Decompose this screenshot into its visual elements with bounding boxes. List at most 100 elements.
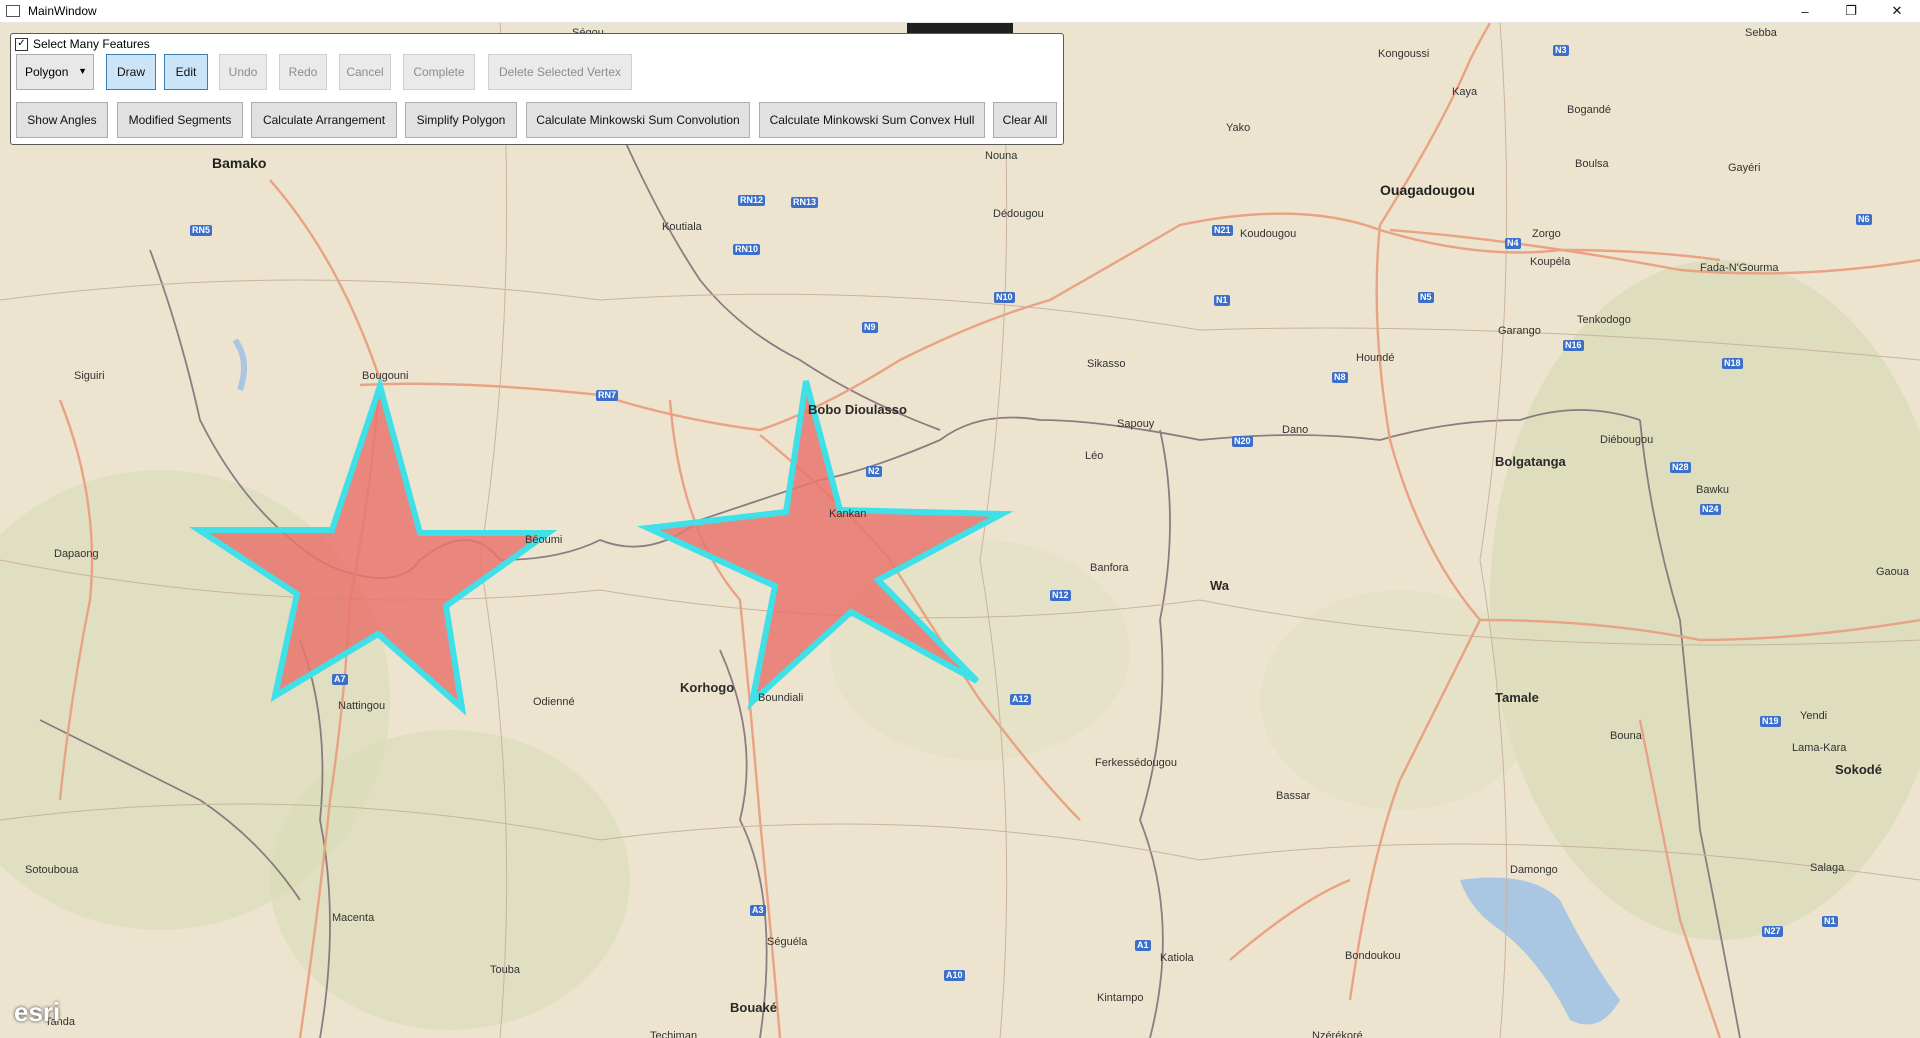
minimize-button[interactable]: – xyxy=(1782,0,1828,22)
chevron-down-icon: ▼ xyxy=(78,66,87,76)
route-shield: N2 xyxy=(866,466,882,477)
route-shield: N1 xyxy=(1214,295,1230,306)
place-label: Bouaké xyxy=(730,1000,777,1015)
place-label: Fada-N'Gourma xyxy=(1700,262,1779,274)
geometry-type-value: Polygon xyxy=(25,65,69,79)
place-label: Bassar xyxy=(1276,790,1311,802)
place-label: Banfora xyxy=(1090,562,1129,574)
cancel-button[interactable]: Cancel xyxy=(339,54,391,90)
place-label: Léo xyxy=(1085,450,1104,462)
place-label: Ouagadougou xyxy=(1380,182,1475,198)
route-shield: N18 xyxy=(1722,358,1743,369)
window-title: MainWindow xyxy=(28,4,97,18)
route-shield: A7 xyxy=(332,674,348,685)
map-canvas[interactable] xyxy=(0,23,1920,1038)
app-icon xyxy=(6,5,20,17)
place-label: Gayéri xyxy=(1728,162,1761,174)
route-shield: A10 xyxy=(944,970,965,981)
place-label: Macenta xyxy=(332,912,375,924)
route-shield: N28 xyxy=(1670,462,1691,473)
delete-selected-vertex-button[interactable]: Delete Selected Vertex xyxy=(488,54,632,90)
place-label: Séguéla xyxy=(767,936,808,948)
select-many-checkbox[interactable]: ✓ Select Many Features xyxy=(15,37,150,51)
route-shield: N9 xyxy=(862,322,878,333)
route-shield: N16 xyxy=(1563,340,1584,351)
place-label: Koutiala xyxy=(662,221,702,233)
place-label: Boulsa xyxy=(1575,158,1609,170)
geometry-type-select[interactable]: Polygon ▼ xyxy=(16,54,94,90)
place-label: Siguiri xyxy=(74,370,105,382)
route-shield: N4 xyxy=(1505,238,1521,249)
place-label: Korhogo xyxy=(680,680,735,695)
calculate-minkowski-sum-convex-hull-button[interactable]: Calculate Minkowski Sum Convex Hull xyxy=(759,102,985,138)
close-button[interactable]: ✕ xyxy=(1874,0,1920,22)
calculate-arrangement-button[interactable]: Calculate Arrangement xyxy=(251,102,397,138)
place-label: Touba xyxy=(490,964,520,976)
window-controls: – ❐ ✕ xyxy=(1782,0,1920,22)
route-shield: N12 xyxy=(1050,590,1071,601)
place-label: Dapaong xyxy=(54,548,99,560)
route-shield: RN12 xyxy=(738,195,766,206)
place-label: Tamale xyxy=(1495,690,1539,705)
place-label: Bougouni xyxy=(362,370,409,382)
place-label: Odienné xyxy=(533,696,575,708)
clear-all-button[interactable]: Clear All xyxy=(993,102,1057,138)
route-shield: N1 xyxy=(1822,916,1838,927)
place-label: Bolgatanga xyxy=(1495,454,1566,469)
edit-button[interactable]: Edit xyxy=(164,54,208,90)
route-shield: RN5 xyxy=(190,225,213,236)
place-label: Salaga xyxy=(1810,862,1845,874)
route-shield: RN13 xyxy=(791,197,819,208)
route-shield: N24 xyxy=(1700,504,1721,515)
redo-button[interactable]: Redo xyxy=(279,54,327,90)
place-label: Yendi xyxy=(1800,710,1828,722)
route-shield: N27 xyxy=(1762,926,1783,937)
route-shield: N5 xyxy=(1418,292,1434,303)
route-shield: A3 xyxy=(750,905,766,916)
place-label: Nouna xyxy=(985,150,1018,162)
place-label: Wa xyxy=(1210,578,1230,593)
place-label: Dano xyxy=(1282,424,1309,436)
place-label: Lama-Kara xyxy=(1792,742,1847,754)
place-label: Zorgo xyxy=(1532,228,1561,240)
place-label: Dédougou xyxy=(993,208,1044,220)
place-label: Katiola xyxy=(1160,952,1194,964)
place-label: Sokodé xyxy=(1835,762,1882,777)
place-label: Kongoussi xyxy=(1378,48,1430,60)
place-label: Nzérékoré xyxy=(1312,1030,1363,1038)
checkbox-mark[interactable]: ✓ xyxy=(15,37,28,51)
place-label: Nattingou xyxy=(338,700,386,712)
place-label: Bouna xyxy=(1610,730,1642,742)
calculate-minkowski-sum-convolution-button[interactable]: Calculate Minkowski Sum Convolution xyxy=(526,102,750,138)
route-shield: N19 xyxy=(1760,716,1781,727)
map-view[interactable]: Bamako Ouagadougou Bobo Dioulasso Korhogo Bo… xyxy=(0,23,1920,1038)
route-shield: N20 xyxy=(1232,436,1253,447)
place-label: Kaya xyxy=(1452,86,1478,98)
show-angles-button[interactable]: Show Angles xyxy=(16,102,108,138)
complete-button[interactable]: Complete xyxy=(403,54,475,90)
place-label: Béoumi xyxy=(525,534,563,546)
undo-button[interactable]: Undo xyxy=(219,54,267,90)
esri-logo: esri xyxy=(14,997,61,1027)
place-label: Ferkessédougou xyxy=(1095,757,1177,769)
place-label: Koupéla xyxy=(1530,256,1571,268)
route-shield: N3 xyxy=(1553,45,1569,56)
place-label: Diébougou xyxy=(1600,434,1654,446)
place-label: Sebba xyxy=(1745,27,1777,39)
editing-toolbar-panel: ✓ Select Many Features Polygon ▼ Draw Edi… xyxy=(10,33,1064,145)
window-title-bar: MainWindow – ❐ ✕ xyxy=(0,0,1920,23)
place-label: Bondoukou xyxy=(1345,950,1401,962)
place-label: Garango xyxy=(1498,325,1541,337)
place-label: Bamako xyxy=(212,155,267,171)
restore-button[interactable]: ❐ xyxy=(1828,0,1874,22)
route-shield: N21 xyxy=(1212,225,1233,236)
modified-segments-button[interactable]: Modified Segments xyxy=(117,102,243,138)
route-shield: N8 xyxy=(1332,372,1348,383)
place-label: Bobo Dioulasso xyxy=(808,402,907,417)
simplify-polygon-button[interactable]: Simplify Polygon xyxy=(405,102,517,138)
place-label: Sapouy xyxy=(1117,418,1155,430)
route-shield: N10 xyxy=(994,292,1015,303)
place-label: Kankan xyxy=(829,508,867,520)
draw-button[interactable]: Draw xyxy=(106,54,156,90)
select-many-label: Select Many Features xyxy=(33,37,150,51)
